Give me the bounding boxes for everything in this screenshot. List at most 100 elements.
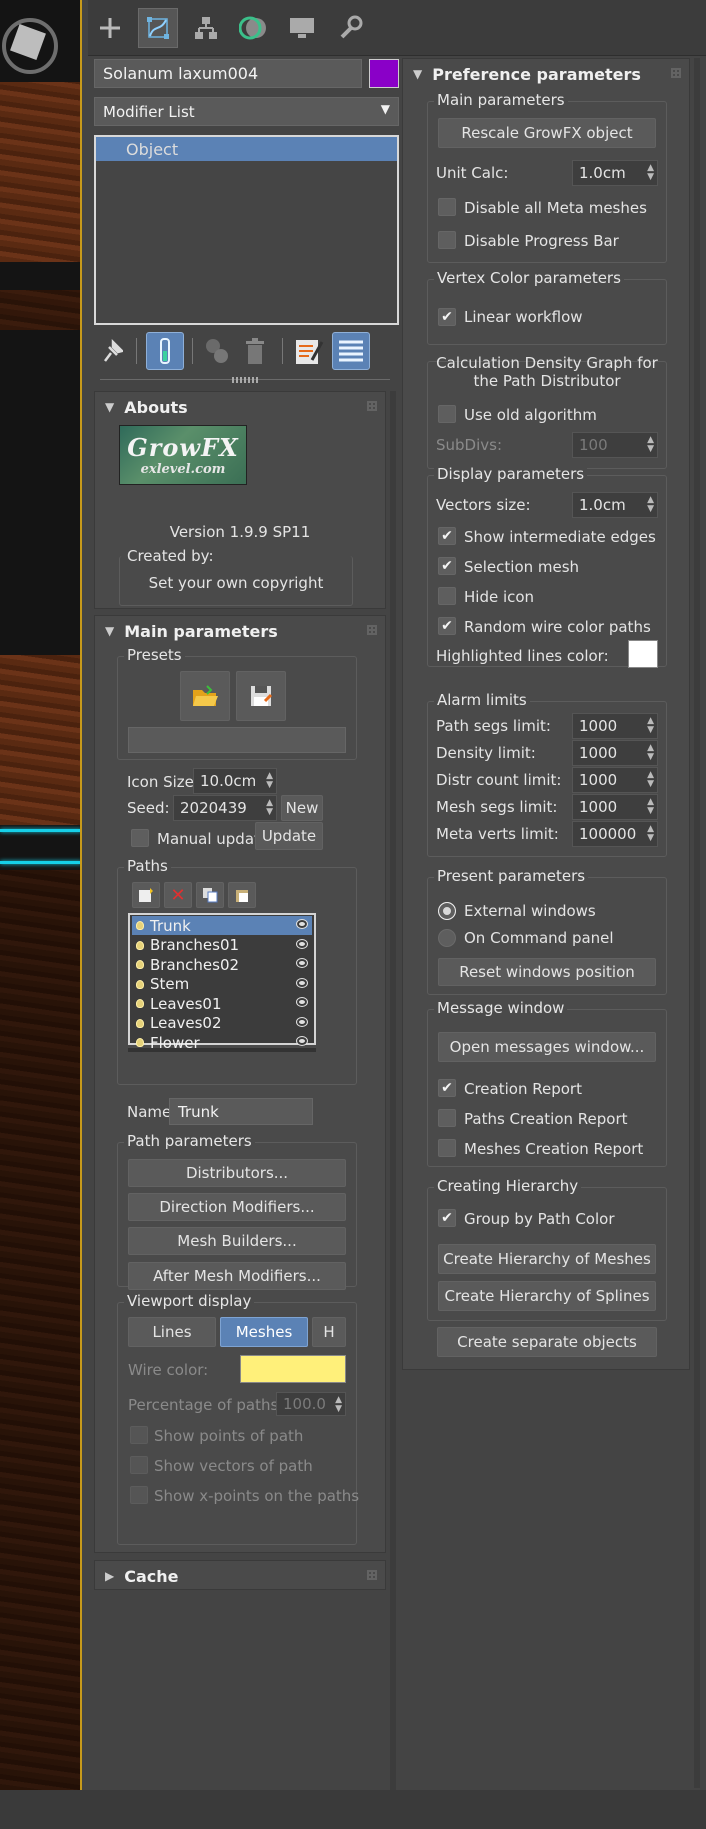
- lines-toggle[interactable]: Lines: [128, 1317, 216, 1347]
- modifier-list-view-icon[interactable]: [332, 332, 370, 370]
- manual-update-checkbox[interactable]: [131, 829, 149, 847]
- copy-path-button[interactable]: [196, 882, 224, 908]
- hide-icon-checkbox[interactable]: [438, 587, 456, 605]
- seed-spinner[interactable]: 2020439 ▲ ▼: [173, 795, 277, 821]
- create-tab-icon[interactable]: [90, 8, 130, 48]
- eye-icon[interactable]: [296, 919, 308, 929]
- on-command-panel-radio[interactable]: [438, 929, 456, 947]
- mesh-builders-button[interactable]: Mesh Builders...: [128, 1227, 346, 1255]
- rollout-grip-icon[interactable]: [367, 625, 377, 635]
- reset-windows-button[interactable]: Reset windows position: [438, 958, 656, 986]
- modifier-stack[interactable]: Object: [94, 135, 399, 325]
- show-xpoints-checkbox[interactable]: [130, 1486, 148, 1504]
- eye-icon[interactable]: [296, 977, 308, 988]
- open-messages-button[interactable]: Open messages window...: [438, 1032, 656, 1062]
- external-windows-radio[interactable]: [438, 902, 456, 920]
- stack-item-object[interactable]: Object: [96, 137, 397, 161]
- delete-path-button[interactable]: ✕: [164, 882, 192, 908]
- path-segs-spinner[interactable]: 1000 ▲ ▼: [572, 713, 658, 739]
- eye-icon[interactable]: [296, 1016, 308, 1027]
- object-name-field[interactable]: Solanum laxum004: [94, 59, 362, 88]
- rollout-grip-icon[interactable]: [671, 68, 681, 78]
- path-item-label: Leaves01: [150, 994, 222, 1013]
- path-item[interactable]: Leaves02: [132, 1014, 312, 1033]
- path-name-field[interactable]: Trunk: [169, 1098, 313, 1125]
- vectors-size-spinner[interactable]: 1.0cm ▲ ▼: [572, 492, 658, 518]
- lightbulb-icon: [136, 999, 144, 1008]
- save-preset-button[interactable]: [236, 671, 286, 721]
- update-button[interactable]: Update: [255, 822, 323, 850]
- create-hierarchy-splines-button[interactable]: Create Hierarchy of Splines: [438, 1281, 656, 1311]
- path-item[interactable]: Stem: [132, 975, 312, 994]
- show-end-result-icon[interactable]: [146, 332, 184, 370]
- preference-header[interactable]: ▼ Preference parameters: [403, 59, 689, 89]
- unit-calc-spinner[interactable]: 1.0cm ▲ ▼: [572, 160, 658, 186]
- main-parameters-header[interactable]: ▼ Main parameters: [95, 616, 385, 646]
- motion-tab-icon[interactable]: [234, 8, 274, 48]
- utilities-tab-icon[interactable]: [330, 8, 370, 48]
- eye-icon[interactable]: [296, 1036, 308, 1046]
- viewport[interactable]: [0, 0, 82, 1790]
- h-toggle[interactable]: H: [312, 1317, 346, 1347]
- distributors-button[interactable]: Distributors...: [128, 1159, 346, 1187]
- show-intermediate-checkbox[interactable]: ✔: [438, 527, 456, 545]
- random-wire-checkbox[interactable]: ✔: [438, 617, 456, 635]
- selection-mesh-checkbox[interactable]: ✔: [438, 557, 456, 575]
- group-by-color-checkbox[interactable]: ✔: [438, 1209, 456, 1227]
- rollout-grip-icon[interactable]: [367, 1570, 377, 1580]
- modifier-list-dropdown[interactable]: Modifier List ▼: [94, 97, 399, 126]
- left-scrollbar[interactable]: [390, 391, 396, 1791]
- paste-path-button[interactable]: [228, 882, 256, 908]
- cache-header[interactable]: ▶ Cache: [95, 1561, 385, 1591]
- configure-modifier-sets-icon[interactable]: [292, 334, 326, 368]
- paths-creation-report-checkbox[interactable]: [438, 1109, 456, 1127]
- display-tab-icon[interactable]: [282, 8, 322, 48]
- meta-verts-spinner[interactable]: 100000 ▲ ▼: [572, 821, 658, 847]
- rescale-button[interactable]: Rescale GrowFX object: [438, 118, 656, 148]
- path-item[interactable]: Branches01: [132, 936, 312, 955]
- pin-stack-icon[interactable]: [98, 336, 126, 366]
- meshes-toggle[interactable]: Meshes: [220, 1317, 308, 1347]
- mesh-segs-spinner[interactable]: 1000 ▲ ▼: [572, 794, 658, 820]
- create-separate-objects-button[interactable]: Create separate objects: [437, 1327, 657, 1357]
- direction-modifiers-button[interactable]: Direction Modifiers...: [128, 1193, 346, 1221]
- modify-tab-icon[interactable]: [138, 8, 178, 48]
- percentage-spinner[interactable]: 100.0 ▲ ▼: [276, 1392, 346, 1416]
- eye-icon[interactable]: [296, 938, 308, 949]
- disable-meta-checkbox[interactable]: [438, 198, 456, 216]
- create-hierarchy-meshes-button[interactable]: Create Hierarchy of Meshes: [438, 1244, 656, 1274]
- path-item[interactable]: Branches02: [132, 955, 312, 974]
- remove-modifier-icon[interactable]: [240, 334, 270, 368]
- subdivs-spinner[interactable]: 100 ▲ ▼: [572, 432, 658, 458]
- paths-list[interactable]: Trunk Branches01 Branches02 Stem Leaves01 Lea…: [128, 913, 316, 1052]
- show-vectors-checkbox[interactable]: [130, 1456, 148, 1474]
- rollout-grip-icon[interactable]: [367, 401, 377, 411]
- abouts-header[interactable]: ▼ Abouts: [95, 392, 385, 422]
- make-unique-icon[interactable]: [200, 334, 234, 368]
- after-mesh-modifiers-button[interactable]: After Mesh Modifiers...: [128, 1262, 346, 1290]
- preset-name-field[interactable]: [128, 727, 346, 753]
- path-item[interactable]: Leaves01: [132, 994, 312, 1013]
- linear-workflow-checkbox[interactable]: ✔: [438, 308, 456, 326]
- load-preset-button[interactable]: [180, 671, 230, 721]
- use-old-algorithm-checkbox[interactable]: [438, 405, 456, 423]
- eye-icon[interactable]: [296, 997, 308, 1007]
- icon-size-spinner[interactable]: 10.0cm ▲ ▼: [193, 768, 277, 794]
- disable-progress-checkbox[interactable]: [438, 231, 456, 249]
- add-path-button[interactable]: [132, 882, 160, 908]
- new-seed-button[interactable]: New: [281, 795, 323, 821]
- highlighted-color-swatch[interactable]: [628, 640, 658, 668]
- distr-count-spinner[interactable]: 1000 ▲ ▼: [572, 767, 658, 793]
- panel-resize-handle[interactable]: [232, 377, 260, 383]
- chevron-down-icon: ▼: [380, 102, 390, 116]
- meshes-creation-report-checkbox[interactable]: [438, 1139, 456, 1157]
- hierarchy-tab-icon[interactable]: [186, 8, 226, 48]
- show-points-checkbox[interactable]: [130, 1426, 148, 1444]
- creation-report-checkbox[interactable]: ✔: [438, 1079, 456, 1097]
- right-scrollbar[interactable]: [694, 58, 700, 1788]
- density-limit-spinner[interactable]: 1000 ▲ ▼: [572, 740, 658, 766]
- wire-color-swatch[interactable]: [240, 1355, 346, 1383]
- eye-icon[interactable]: [296, 958, 308, 968]
- path-item[interactable]: Trunk: [132, 916, 312, 935]
- object-color-swatch[interactable]: [369, 59, 399, 88]
